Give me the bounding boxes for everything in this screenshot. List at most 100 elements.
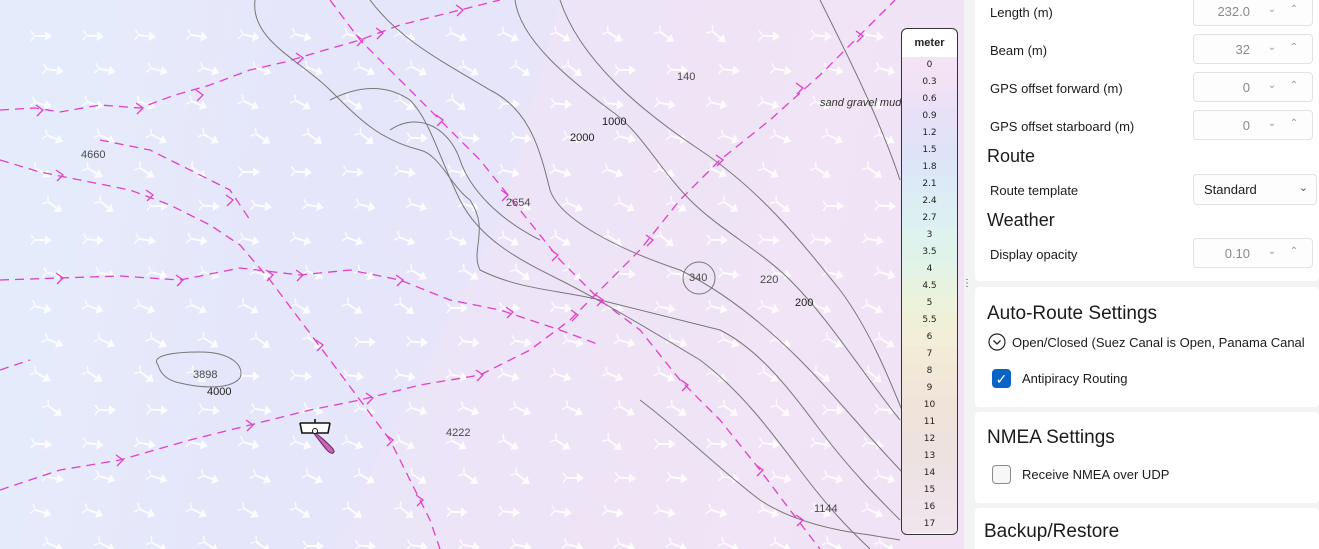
wind-arrow-icon — [393, 434, 418, 454]
wind-arrow-icon — [665, 399, 690, 421]
wind-arrow-icon — [821, 265, 846, 283]
gps-starboard-row: GPS offset starboard (m) 0 ⌄ ⌃ — [987, 110, 1317, 144]
wind-arrow-icon — [446, 505, 469, 519]
wind-arrow-icon — [757, 95, 782, 113]
wind-arrow-icon — [601, 162, 626, 182]
length-input[interactable]: 232.0 ⌄ ⌃ — [1193, 0, 1313, 26]
vessel-settings-card: Length (m) 232.0 ⌄ ⌃ Beam (m) 32 ⌄ ⌃ GPS… — [975, 0, 1319, 281]
route-template-value: Standard — [1204, 182, 1257, 197]
wind-arrow-icon — [665, 470, 690, 485]
wind-arrow-icon — [549, 301, 574, 315]
wind-arrow-icon — [717, 470, 742, 486]
legend-level: 17 — [902, 516, 957, 533]
wind-arrow-icon — [653, 228, 678, 251]
wind-arrow-icon — [133, 160, 158, 183]
legend-level: 0.9 — [902, 108, 957, 125]
legend-level: 13 — [902, 448, 957, 465]
depth-label: 340 — [689, 272, 708, 284]
wind-arrow-icon — [757, 299, 782, 317]
chevron-down-icon[interactable]: ⌄ — [1262, 76, 1282, 96]
wind-arrow-icon — [133, 364, 158, 387]
gps-starboard-value: 0 — [1242, 118, 1250, 133]
wind-arrow-icon — [706, 234, 729, 246]
wind-arrow-icon — [861, 436, 886, 452]
wind-arrow-icon — [81, 365, 106, 387]
wind-arrow-icon — [509, 538, 534, 549]
antipiracy-checkbox[interactable]: ✓ — [992, 369, 1011, 388]
wind-arrow-icon — [757, 365, 782, 387]
chart-overlay — [0, 0, 911, 549]
chevron-down-icon[interactable]: ⌄ — [1262, 0, 1282, 20]
route-barb — [795, 514, 805, 527]
wind-arrow-icon — [613, 471, 638, 485]
udp-checkbox[interactable] — [992, 465, 1011, 484]
chevron-up-icon[interactable]: ⌃ — [1284, 114, 1304, 134]
weather-map[interactable]: 140 1000 2000 4660 2654 340 220 200 3898… — [0, 0, 964, 549]
wind-arrow-icon — [821, 535, 846, 549]
wind-arrow-icon — [509, 334, 534, 350]
wind-arrow-icon — [665, 195, 690, 217]
gps-forward-input[interactable]: 0 ⌄ ⌃ — [1193, 72, 1313, 102]
legend-level: 0.3 — [902, 74, 957, 91]
wind-arrow-icon — [81, 233, 106, 247]
legend-level: 1.2 — [902, 125, 957, 142]
wind-arrow-icon — [613, 195, 638, 216]
auto-route-heading: Auto-Route Settings — [987, 303, 1158, 324]
canals-expander[interactable]: Open/Closed (Suez Canal is Open, Panama … — [988, 333, 1319, 355]
wind-arrow-icon — [717, 536, 742, 549]
wind-arrow-icon — [197, 61, 222, 79]
display-opacity-input[interactable]: 0.10 ⌄ ⌃ — [1193, 238, 1313, 268]
wind-arrow-icon — [821, 469, 846, 487]
wind-arrow-icon — [717, 398, 742, 421]
chevron-down-icon[interactable]: ⌄ — [1262, 38, 1282, 58]
wind-arrow-icon — [561, 333, 586, 350]
legend-level: 14 — [902, 465, 957, 482]
beam-input[interactable]: 32 ⌄ ⌃ — [1193, 34, 1313, 64]
depth-label: 1144 — [814, 503, 838, 515]
nmea-card: NMEA Settings Receive NMEA over UDP — [975, 412, 1319, 503]
antipiracy-label: Antipiracy Routing — [1022, 371, 1128, 386]
wind-arrow-icon — [41, 470, 66, 486]
wind-arrow-icon — [457, 400, 482, 420]
wind-arrow-icon — [614, 267, 637, 281]
chevron-up-icon[interactable]: ⌃ — [1284, 38, 1304, 58]
wind-arrow-icon — [758, 29, 781, 43]
wind-arrow-icon — [705, 503, 730, 521]
wind-arrow-icon — [601, 504, 626, 520]
chevron-down-icon[interactable]: ⌄ — [1262, 242, 1282, 262]
route-barb — [195, 89, 205, 102]
route-template-select[interactable]: Standard ⌄ — [1193, 174, 1317, 205]
wind-arrow-icon — [601, 366, 626, 386]
legend-level: 4.5 — [902, 278, 957, 295]
wind-arrow-icon — [562, 472, 585, 484]
wind-arrow-icon — [393, 500, 418, 523]
wind-arrow-icon — [445, 367, 470, 385]
wind-arrow-icon — [717, 266, 742, 282]
nmea-heading: NMEA Settings — [987, 427, 1115, 448]
beam-row: Beam (m) 32 ⌄ ⌃ — [987, 34, 1317, 68]
wind-arrow-icon — [509, 262, 534, 285]
gps-starboard-input[interactable]: 0 ⌄ ⌃ — [1193, 110, 1313, 140]
chevron-up-icon[interactable]: ⌃ — [1284, 242, 1304, 262]
wind-arrow-icon — [665, 536, 690, 549]
chevron-up-icon[interactable]: ⌃ — [1284, 76, 1304, 96]
display-opacity-label: Display opacity — [990, 247, 1078, 262]
wind-arrow-icon — [809, 232, 834, 247]
wind-arrow-icon — [549, 25, 574, 47]
chevron-down-icon[interactable]: ⌄ — [1262, 114, 1282, 134]
display-opacity-row: Display opacity 0.10 ⌄ ⌃ — [987, 238, 1317, 272]
wind-arrow-icon — [705, 95, 730, 112]
wind-arrow-icon — [861, 28, 886, 44]
wind-arrow-icon — [861, 232, 886, 248]
route-template-row: Route template Standard ⌄ — [987, 174, 1317, 208]
depth-label: 200 — [795, 297, 814, 309]
depth-label: 2654 — [506, 197, 531, 209]
route-barb — [550, 249, 560, 262]
wind-arrow-icon — [809, 436, 834, 452]
panel-splitter[interactable] — [964, 0, 972, 549]
wind-arrow-icon — [549, 366, 574, 385]
legend-level: 0 — [902, 57, 957, 74]
legend-level: 1.5 — [902, 142, 957, 159]
wind-arrow-icon — [93, 535, 118, 549]
chevron-up-icon[interactable]: ⌃ — [1284, 0, 1304, 20]
